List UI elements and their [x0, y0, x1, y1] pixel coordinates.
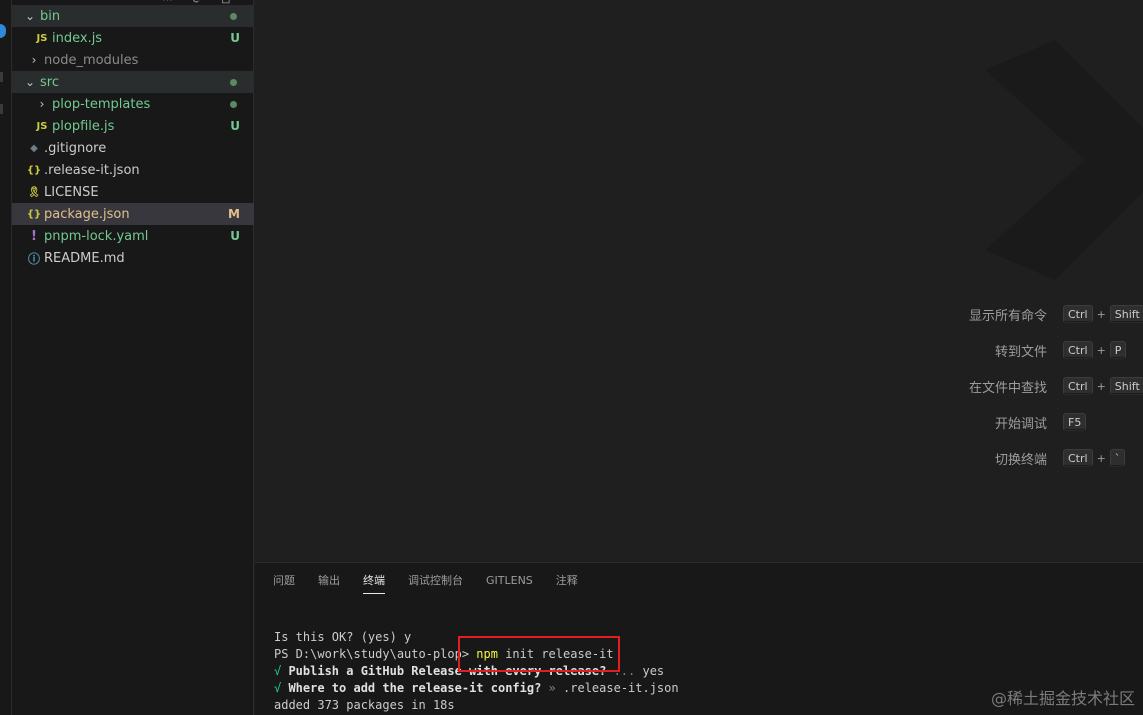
javascript-file-icon: JS — [36, 32, 48, 44]
tree-file-gitignore[interactable]: ◆ .gitignore — [12, 137, 254, 159]
key-cap: Ctrl — [1063, 449, 1093, 467]
shortcut-keys: F5 — [1063, 413, 1087, 431]
key-cap: Shift — [1109, 305, 1143, 323]
editor-welcome-area: 显示所有命令 Ctrl+Shift+ 转到文件 Ctrl+P 在文件中查找 Ct… — [255, 0, 1143, 562]
key-cap: P — [1109, 341, 1127, 359]
chevron-down-icon: ⌄ — [24, 75, 36, 89]
tree-file-plopfile-js[interactable]: JS plopfile.js U — [12, 115, 254, 137]
git-status-dot — [230, 13, 237, 20]
tree-item-label: pnpm-lock.yaml — [44, 228, 149, 244]
javascript-file-icon: JS — [36, 120, 48, 132]
tree-item-label: README.md — [44, 250, 125, 266]
git-status-dot — [230, 79, 237, 86]
tree-file-pnpm-lock-yaml[interactable]: ! pnpm-lock.yaml U — [12, 225, 254, 247]
tree-folder-src[interactable]: ⌄ src — [12, 71, 254, 93]
tree-item-label: src — [40, 74, 59, 90]
panel-tabs: 问题 输出 终端 调试控制台 GITLENS 注释 — [273, 572, 601, 594]
git-status-badge: M — [228, 207, 240, 221]
explorer-sidebar: ⋯ ⟳ ⊟ ⌄ bin JS index.js U › node_modules… — [12, 0, 254, 715]
git-status-dot — [230, 101, 237, 108]
key-cap: F5 — [1063, 413, 1087, 431]
tree-file-index-js[interactable]: JS index.js U — [12, 27, 254, 49]
tab-problems[interactable]: 问题 — [273, 572, 295, 594]
tree-file-package-json[interactable]: {} package.json M — [12, 203, 254, 225]
tree-file-readme-md[interactable]: ⓘ README.md — [12, 247, 254, 269]
tree-item-label: node_modules — [44, 52, 139, 68]
shortcut-keys: Ctrl+Shift+ — [1063, 305, 1143, 323]
tree-item-label: .release-it.json — [44, 162, 140, 178]
json-file-icon: {} — [26, 208, 42, 220]
shortcut-go-to-file: 转到文件 Ctrl + P — [255, 339, 1143, 361]
git-status-badge: U — [230, 31, 240, 45]
key-cap: ` — [1109, 449, 1126, 467]
tab-terminal[interactable]: 终端 — [363, 572, 385, 594]
shortcut-toggle-terminal: 切换终端 Ctrl + ` — [255, 447, 1143, 469]
chevron-down-icon: ⌄ — [24, 9, 36, 23]
tab-gitlens[interactable]: GITLENS — [486, 572, 533, 594]
vscode-logo-watermark — [985, 40, 1143, 280]
shortcut-label: 显示所有命令 — [968, 308, 1047, 324]
yaml-file-icon: ! — [31, 228, 37, 244]
key-cap: Ctrl — [1063, 305, 1093, 323]
chevron-right-icon: › — [31, 53, 37, 67]
tree-folder-plop-templates[interactable]: › plop-templates — [12, 93, 254, 115]
shortcut-label: 开始调试 — [994, 416, 1047, 432]
explorer-toolbar-icons[interactable]: ⋯ ⟳ ⊟ — [162, 0, 238, 6]
git-file-icon: ◆ — [30, 142, 38, 154]
shortcut-label: 转到文件 — [994, 344, 1047, 360]
shortcut-label: 在文件中查找 — [968, 380, 1047, 396]
chevron-right-icon: › — [39, 97, 45, 111]
tree-item-label: plopfile.js — [52, 118, 115, 134]
prompt-answer: yes — [642, 664, 665, 678]
source-watermark: @稀土掘金技术社区 — [990, 689, 1135, 708]
shortcut-keys: Ctrl + P — [1063, 341, 1127, 359]
prompt-separator: » — [541, 681, 564, 695]
tab-debug-console[interactable]: 调试控制台 — [408, 572, 463, 594]
tree-item-label: bin — [40, 8, 61, 24]
license-file-icon: 🎗 — [27, 186, 41, 198]
tree-item-label: LICENSE — [44, 184, 99, 200]
shortcut-show-all-commands: 显示所有命令 Ctrl+Shift+ — [255, 303, 1143, 325]
shortcut-find-in-files: 在文件中查找 Ctrl+Shift+ — [255, 375, 1143, 397]
tree-item-label: plop-templates — [52, 96, 151, 112]
terminal-prompt: PS D:\work\study\auto-plop> — [274, 647, 477, 661]
command-highlight-box — [458, 636, 620, 672]
shortcut-keys: Ctrl+Shift+ — [1063, 377, 1143, 395]
tree-file-release-it-json[interactable]: {} .release-it.json — [12, 159, 254, 181]
tree-item-label: .gitignore — [44, 140, 107, 156]
prompt-answer: .release-it.json — [563, 681, 679, 695]
shortcut-keys: Ctrl + ` — [1063, 449, 1126, 467]
json-file-icon: {} — [26, 164, 42, 176]
tree-folder-bin[interactable]: ⌄ bin — [12, 5, 254, 27]
tree-folder-node-modules[interactable]: › node_modules — [12, 49, 254, 71]
tab-output[interactable]: 输出 — [318, 572, 340, 594]
key-cap: Ctrl — [1063, 341, 1093, 359]
info-file-icon: ⓘ — [27, 251, 40, 266]
git-status-badge: U — [230, 229, 240, 243]
key-cap: Ctrl — [1063, 377, 1093, 395]
git-status-badge: U — [230, 119, 240, 133]
shortcut-label: 切换终端 — [994, 452, 1047, 468]
bottom-panel: 问题 输出 终端 调试控制台 GITLENS 注释 Is this OK? (y… — [255, 562, 1143, 715]
activity-mark — [0, 72, 3, 82]
terminal-line: √ Where to add the release-it config? » … — [274, 680, 679, 697]
tree-item-label: package.json — [44, 206, 130, 222]
tree-file-license[interactable]: 🎗 LICENSE — [12, 181, 254, 203]
tree-item-label: index.js — [52, 30, 103, 46]
explorer-active-indicator[interactable] — [0, 24, 6, 38]
tab-comments[interactable]: 注释 — [556, 572, 578, 594]
activity-bar — [0, 0, 12, 715]
terminal-line: added 373 packages in 18s — [274, 698, 455, 712]
prompt-question: Where to add the release-it config? — [281, 681, 542, 695]
shortcut-start-debugging: 开始调试 F5 — [255, 411, 1143, 433]
key-cap: Shift — [1109, 377, 1143, 395]
activity-mark — [0, 104, 3, 114]
